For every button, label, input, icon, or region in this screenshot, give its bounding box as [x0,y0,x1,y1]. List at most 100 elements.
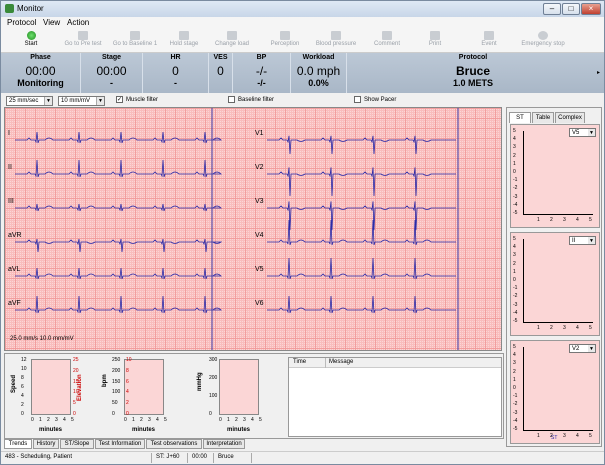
maximize-button[interactable]: □ [562,3,580,15]
start-button[interactable]: Start [16,31,46,47]
trend-y-tick: 12 [21,357,27,363]
st-y-tick: 5 [513,344,516,350]
tab-test-information[interactable]: Test Information [95,439,145,449]
close-button[interactable]: × [581,3,601,15]
ecg-trace-aVF [15,295,222,314]
bp-label: BP [256,54,267,61]
minimize-button[interactable]: – [543,3,561,15]
ves-label: VES [213,54,228,61]
menu-protocol[interactable]: Protocol [7,18,36,27]
checkbox-unchecked [354,96,361,103]
trend-y-tick: 10 [73,389,79,396]
tab-table[interactable]: Table [532,112,554,123]
status-st: ST: J+60 [156,454,180,460]
trend-x-tick: 4 [63,417,66,423]
trend-y-tick: 4 [21,393,24,399]
tab-history[interactable]: History [33,439,59,449]
st-panel: ST Table Complex V5 ▼ 5 4 3 2 1 0 -1 -2 -3 -4 -5 1 2 3… [506,107,602,447]
tab-test-observations[interactable]: Test observations [146,439,202,449]
trend-y-tick: 250 [112,357,121,363]
trend-y-tick: 8 [21,375,24,381]
lead-label-v1: V1 [255,130,264,137]
blood-pressure-button[interactable]: Blood pressure [312,31,360,47]
baseline-filter-checkbox[interactable]: Baseline filter [228,96,274,103]
st-lead-select-2[interactable]: II ▼ [569,236,596,245]
show-pacer-checkbox[interactable]: Show Pacer [354,96,396,103]
lead-label-avr: aVR [8,232,22,239]
st-y-tick: 1 [513,160,516,167]
tab-interpretation[interactable]: Interpretation [203,439,245,449]
change-load-button[interactable]: Change load [211,31,253,47]
perception-button[interactable]: Perception [267,31,303,47]
chevron-down-icon: ▼ [44,97,52,105]
st-y-tick: -1 [513,177,518,184]
st-x-tick: 4 [576,217,579,223]
st-y-tick: -3 [513,301,518,308]
protocol-value: Bruce [455,64,490,78]
speed-select[interactable]: 25 mm/sec ▼ [6,96,53,106]
workload-value: 0.0 mph [296,64,341,78]
go-to-pre-test-button[interactable]: Go to Pre test [59,31,107,47]
st-x-tick: 3 [563,325,566,331]
message-list[interactable]: Time Message [288,357,502,437]
tab-trends[interactable]: Trends [4,439,32,449]
col-message[interactable]: Message [329,359,353,365]
tab-complex[interactable]: Complex [555,112,585,123]
st-y-tick: 4 [513,244,516,251]
trend-y-tick: 200 [112,367,121,374]
tab-st[interactable]: ST [509,112,531,123]
st-y-tick: 2 [513,152,516,159]
trend-x-tick: 4 [156,417,159,423]
minutes-label: minutes [227,427,251,433]
st-x-tick: 5 [589,217,592,223]
start-icon [26,31,36,40]
event-button[interactable]: Event [475,31,503,47]
perception-icon [280,31,290,40]
emergency-stop-button[interactable]: Emergency stop [518,31,568,47]
stage-label: Stage [101,54,122,61]
menu-view[interactable]: View [43,18,60,27]
st-lead-select-1[interactable]: V5 ▼ [569,128,596,137]
st-lead-select-3[interactable]: V2 ▼ [569,344,596,353]
ecg-display: I II III aVR aVL aVF V1 V2 V3 V4 V5 V6 2… [4,107,502,351]
trend-y-tick: 10 [21,366,27,372]
tab-st-slope[interactable]: ST/Slope [60,439,94,449]
comment-button[interactable]: Comment [369,31,405,47]
st-y-tick: -5 [513,318,518,324]
hr-panel: HR 0 - [143,53,209,93]
st-y-tick: 4 [513,352,516,359]
gain-select[interactable]: 10 mm/mV ▼ [58,96,105,106]
ves-value: 0 [217,64,224,78]
chevron-down-icon: ▼ [588,129,595,136]
protocol-label: Protocol [458,54,488,61]
st-x-tick: 5 [589,325,592,331]
st-y-tick: -5 [513,426,518,432]
bp-value: -/- [255,64,268,78]
hold-stage-button[interactable]: Hold stage [166,31,202,47]
trend-y-tick: 100 [112,389,121,396]
print-button[interactable]: Print [421,31,449,47]
bp-sub: -/- [257,78,266,88]
menu-action[interactable]: Action [67,18,89,27]
muscle-filter-checkbox[interactable]: ✓ Muscle filter [116,96,158,103]
st-y-tick: 1 [513,376,516,383]
ecg-controls: 25 mm/sec ▼ 10 mm/mV ▼ ✓ Muscle filter Base… [1,93,504,107]
st-x-tick: 5 [589,433,592,439]
col-time[interactable]: Time [293,359,306,365]
load-icon [227,31,237,40]
print-icon [430,31,440,40]
trend-y-tick: 4 [126,389,129,396]
ecg-trace-V3 [267,201,456,231]
lead-label-v5: V5 [255,266,264,273]
go-to-baseline-button[interactable]: Go to Baseline 1 [106,31,164,47]
trend-x-tick: 5 [259,417,262,423]
speed-trend: Speed Elevation minutes 12 10 8 6 4 2 0 25 20 15 1… [7,357,83,437]
panel-expand-icon[interactable]: ▸ [597,69,600,76]
st-x-tick: 2 [550,325,553,331]
skip-icon [78,31,88,40]
trend-y-tick: 25 [73,357,79,363]
st-y-tick: 1 [513,268,516,275]
chevron-down-icon: ▼ [588,345,595,352]
mmhg-axis-label: mmHg [197,372,203,391]
st-y-tick: -4 [513,201,518,208]
